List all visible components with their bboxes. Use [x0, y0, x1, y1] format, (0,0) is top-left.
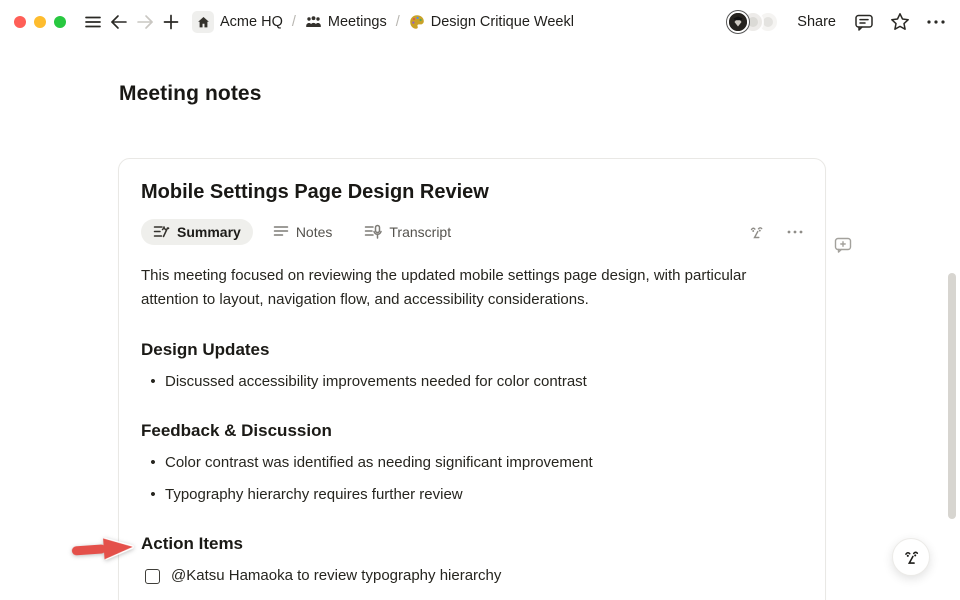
card-more-button[interactable] [787, 230, 803, 234]
list-item-text: Color contrast was identified as needing… [165, 452, 593, 474]
sidebar-menu-button[interactable] [80, 9, 106, 35]
todo-checkbox[interactable] [145, 569, 160, 584]
back-button[interactable] [106, 9, 132, 35]
meeting-summary-text: This meeting focused on reviewing the up… [141, 264, 807, 312]
tab-label: Summary [177, 224, 241, 240]
page-content: Meeting notes Mobile Settings Page Desig… [0, 82, 960, 600]
forward-button[interactable] [132, 9, 158, 35]
breadcrumb-item-acme-hq[interactable]: Acme HQ [188, 9, 287, 35]
favorite-button[interactable] [890, 12, 910, 32]
arrow-left-icon [109, 14, 129, 30]
bullet-icon: • [141, 484, 165, 506]
add-comment-button[interactable] [834, 237, 852, 259]
minimize-window-button[interactable] [34, 16, 46, 28]
todo-item: @Katsu Hamaoka to review typography hier… [141, 565, 803, 587]
tab-transcript[interactable]: Transcript [352, 219, 463, 245]
bullet-icon: • [141, 452, 165, 474]
ai-summary-icon[interactable] [748, 224, 765, 241]
notes-icon [273, 225, 289, 239]
ai-face-icon [902, 548, 921, 567]
list-item: • Discussed accessibility improvements n… [141, 371, 803, 393]
zoom-window-button[interactable] [54, 16, 66, 28]
meeting-card: Mobile Settings Page Design Review Summa… [118, 158, 826, 600]
breadcrumb-label: Acme HQ [220, 14, 283, 30]
window-controls [14, 16, 66, 28]
annotation-arrow-icon [64, 526, 139, 578]
list-item-text: Typography hierarchy requires further re… [165, 484, 463, 506]
list-item-text: Discussed accessibility improvements nee… [165, 371, 587, 393]
breadcrumb-label: Meetings [328, 14, 387, 30]
tab-notes[interactable]: Notes [261, 219, 345, 245]
share-button[interactable]: Share [795, 12, 838, 32]
palette-icon [409, 14, 425, 30]
breadcrumb-separator: / [396, 14, 400, 30]
breadcrumb-separator: / [292, 14, 296, 30]
bullet-icon: • [141, 371, 165, 393]
home-icon [192, 11, 214, 33]
viewer-avatars[interactable] [727, 11, 779, 33]
ellipsis-icon [926, 19, 946, 25]
section-heading-design-updates: Design Updates [141, 340, 803, 360]
todo-label: @Katsu Hamaoka to review typography hier… [171, 565, 501, 587]
tab-label: Transcript [389, 224, 451, 240]
avatar [727, 11, 749, 33]
star-icon [890, 12, 910, 32]
section-heading-action-items: Action Items [141, 534, 803, 554]
breadcrumb: Acme HQ / Meetings / Design Critique Wee… [188, 9, 578, 35]
comment-icon [854, 13, 874, 32]
top-bar: Acme HQ / Meetings / Design Critique Wee… [0, 0, 960, 44]
page-title: Meeting notes [119, 82, 960, 106]
close-window-button[interactable] [14, 16, 26, 28]
more-options-button[interactable] [926, 19, 946, 25]
summary-icon [153, 224, 170, 240]
arrow-right-icon [135, 14, 155, 30]
people-icon [305, 15, 322, 29]
comments-button[interactable] [854, 13, 874, 32]
transcript-icon [364, 224, 382, 240]
ai-assistant-button[interactable] [892, 538, 930, 576]
breadcrumb-item-meetings[interactable]: Meetings [301, 12, 391, 32]
list-item: • Typography hierarchy requires further … [141, 484, 803, 506]
meeting-title: Mobile Settings Page Design Review [141, 181, 803, 204]
ellipsis-icon [787, 230, 803, 234]
meeting-tabs: Summary Notes Transcript [141, 219, 803, 245]
breadcrumb-label: Design Critique Weekl [431, 14, 574, 30]
list-item: • Color contrast was identified as needi… [141, 452, 803, 474]
new-tab-button[interactable] [158, 9, 184, 35]
hamburger-icon [84, 13, 102, 31]
section-heading-feedback: Feedback & Discussion [141, 421, 803, 441]
comment-plus-icon [834, 237, 852, 254]
scrollbar-thumb[interactable] [948, 273, 956, 519]
tab-label: Notes [296, 224, 333, 240]
breadcrumb-item-design-critique[interactable]: Design Critique Weekl [405, 12, 578, 32]
plus-icon [163, 14, 179, 30]
tab-summary[interactable]: Summary [141, 219, 253, 245]
